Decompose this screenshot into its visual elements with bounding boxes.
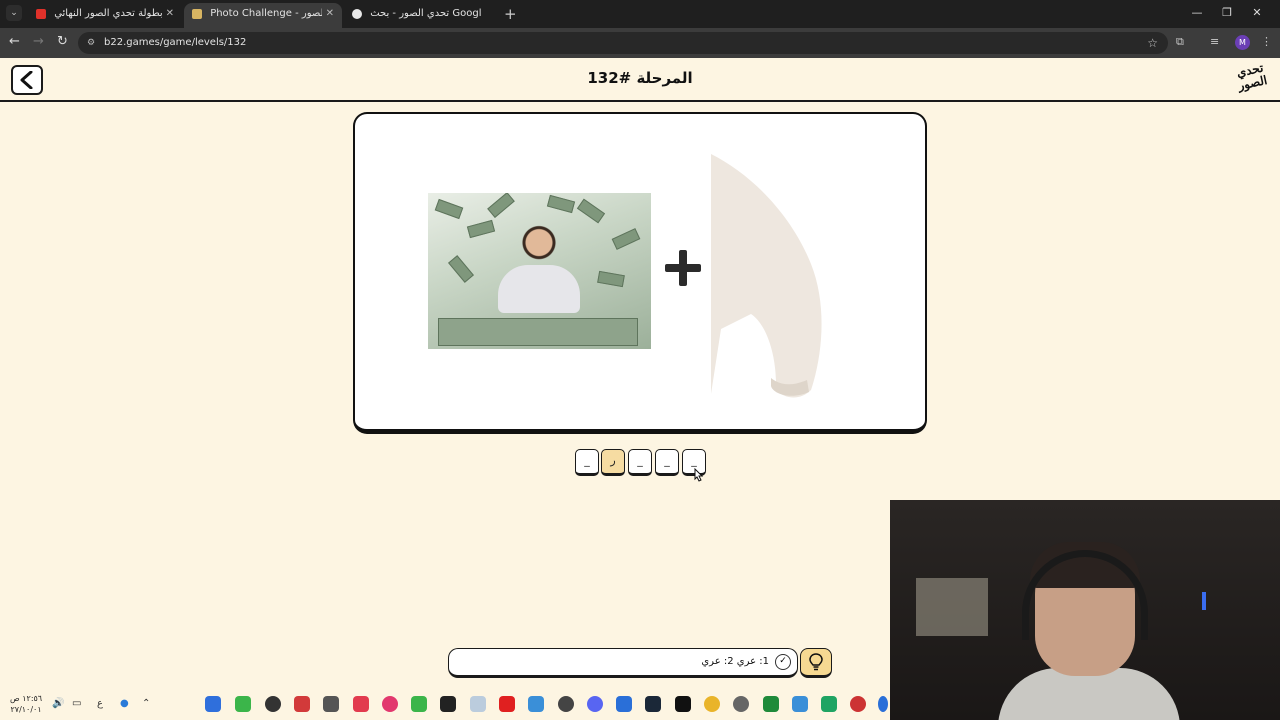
app-icon[interactable]	[470, 696, 486, 712]
bookmark-star-icon[interactable]: ☆	[1147, 32, 1158, 54]
system-clock[interactable]: ١٢:٥٦ ص ٢٧/١٠/٠١	[10, 693, 42, 715]
extensions-icon[interactable]: ⧉	[1176, 35, 1184, 49]
previous-answers-text: 1: عري 2: عري	[701, 656, 769, 667]
restore-icon[interactable]: ❐	[1212, 6, 1242, 19]
chrome-icon[interactable]	[704, 696, 720, 712]
new-tab-icon[interactable]: +	[504, 5, 517, 23]
plus-icon	[665, 250, 701, 286]
mouse-cursor-icon	[694, 468, 703, 482]
hint-button[interactable]	[800, 648, 832, 678]
app-icon[interactable]	[323, 696, 339, 712]
app-icon[interactable]	[382, 696, 398, 712]
game-header: المرحلة #132 تحدي الصور	[0, 58, 1280, 102]
answer-slots: _ ر _ _ _	[575, 449, 707, 476]
app-icon[interactable]	[558, 696, 574, 712]
site-info-icon[interactable]: ⚙	[87, 32, 95, 54]
tiktok-icon[interactable]	[675, 696, 691, 712]
browser-tab-active[interactable]: Photo Challenge - تحدي الصور ✕	[184, 3, 342, 28]
youtube-favicon-icon	[36, 9, 46, 19]
clock-date: ٢٧/١٠/٠١	[10, 705, 42, 714]
tab-search-button[interactable]: ⌄	[6, 5, 22, 21]
close-tab-icon[interactable]: ✕	[326, 3, 334, 25]
app-icon[interactable]	[353, 696, 369, 712]
youtube-icon[interactable]	[499, 696, 515, 712]
language-indicator[interactable]: ع	[97, 698, 103, 709]
app-icon[interactable]	[440, 696, 456, 712]
page-title: المرحلة #132	[587, 69, 693, 87]
browser-tab[interactable]: تحدي الصور - بحث Google	[344, 3, 494, 28]
tray-expand-icon[interactable]: ⌃	[142, 698, 150, 709]
app-icon[interactable]	[850, 696, 866, 712]
letter-slot[interactable]: _	[575, 449, 599, 476]
letter-slot[interactable]: _	[655, 449, 679, 476]
tab-title: تحدي الصور - بحث Google	[370, 8, 482, 19]
steam-icon[interactable]	[645, 696, 661, 712]
app-icon[interactable]	[878, 696, 888, 712]
app-icon[interactable]	[821, 696, 837, 712]
address-bar[interactable]: ⚙ b22.games/game/levels/132 ☆	[78, 32, 1168, 54]
window-controls: — ❐ ✕	[1182, 6, 1272, 19]
app-icon[interactable]	[265, 696, 281, 712]
logo[interactable]: تحدي الصور	[1231, 61, 1273, 100]
network-icon[interactable]: ▭	[72, 698, 81, 709]
settings-icon[interactable]	[733, 696, 749, 712]
url-text: b22.games/game/levels/132	[104, 37, 247, 48]
app-icon[interactable]	[235, 696, 251, 712]
puzzle-card	[353, 112, 927, 434]
puzzle-image-money	[428, 193, 651, 349]
clock-time: ١٢:٥٦ ص	[10, 694, 43, 703]
taskbar: ١٢:٥٦ ص ٢٧/١٠/٠١ 🔊 ▭ ع ● ⌃	[0, 690, 890, 720]
app-icon[interactable]	[792, 696, 808, 712]
volume-icon[interactable]: 🔊	[52, 698, 64, 709]
profile-avatar[interactable]: M	[1235, 35, 1250, 50]
close-window-icon[interactable]: ✕	[1242, 6, 1272, 19]
app-icon[interactable]	[528, 696, 544, 712]
media-icon[interactable]: ≡	[1210, 35, 1219, 48]
xbox-icon[interactable]	[763, 696, 779, 712]
lightbulb-icon	[809, 653, 823, 671]
forward-arrow-icon[interactable]: →	[33, 34, 44, 49]
browser-tab-bar: ⌄ بطولة تحدي الصور النهائي ⭐ 🌙 ✕ Photo C…	[0, 0, 1280, 28]
puzzle-image-sweater	[711, 154, 822, 398]
app-icon[interactable]	[294, 696, 310, 712]
back-arrow-icon[interactable]: ←	[9, 34, 20, 49]
discord-icon[interactable]	[587, 696, 603, 712]
close-tab-icon[interactable]: ✕	[166, 3, 174, 25]
browser-toolbar: ← → ↻ ⚙ b22.games/game/levels/132 ☆ ⧉ ≡ …	[0, 28, 1280, 58]
app-icon[interactable]	[411, 696, 427, 712]
letter-slot[interactable]: _	[628, 449, 652, 476]
check-circle-icon: ✓	[775, 654, 791, 670]
more-menu-icon[interactable]: ⋮	[1261, 35, 1272, 48]
google-favicon-icon	[352, 9, 362, 19]
tab-title: بطولة تحدي الصور النهائي ⭐ 🌙	[54, 8, 166, 19]
minimize-icon[interactable]: —	[1182, 6, 1212, 19]
site-favicon-icon	[192, 9, 202, 19]
file-explorer-icon[interactable]	[205, 696, 221, 712]
letter-slot-filled[interactable]: ر	[601, 449, 625, 476]
app-icon[interactable]	[616, 696, 632, 712]
reload-icon[interactable]: ↻	[57, 34, 68, 49]
tab-title: Photo Challenge - تحدي الصور	[210, 8, 322, 19]
microphone-icon[interactable]: ●	[120, 698, 129, 709]
browser-tab[interactable]: بطولة تحدي الصور النهائي ⭐ 🌙 ✕	[28, 3, 182, 28]
answers-bar[interactable]: ✓ 1: عري 2: عري	[448, 648, 798, 678]
webcam-overlay	[890, 500, 1280, 720]
